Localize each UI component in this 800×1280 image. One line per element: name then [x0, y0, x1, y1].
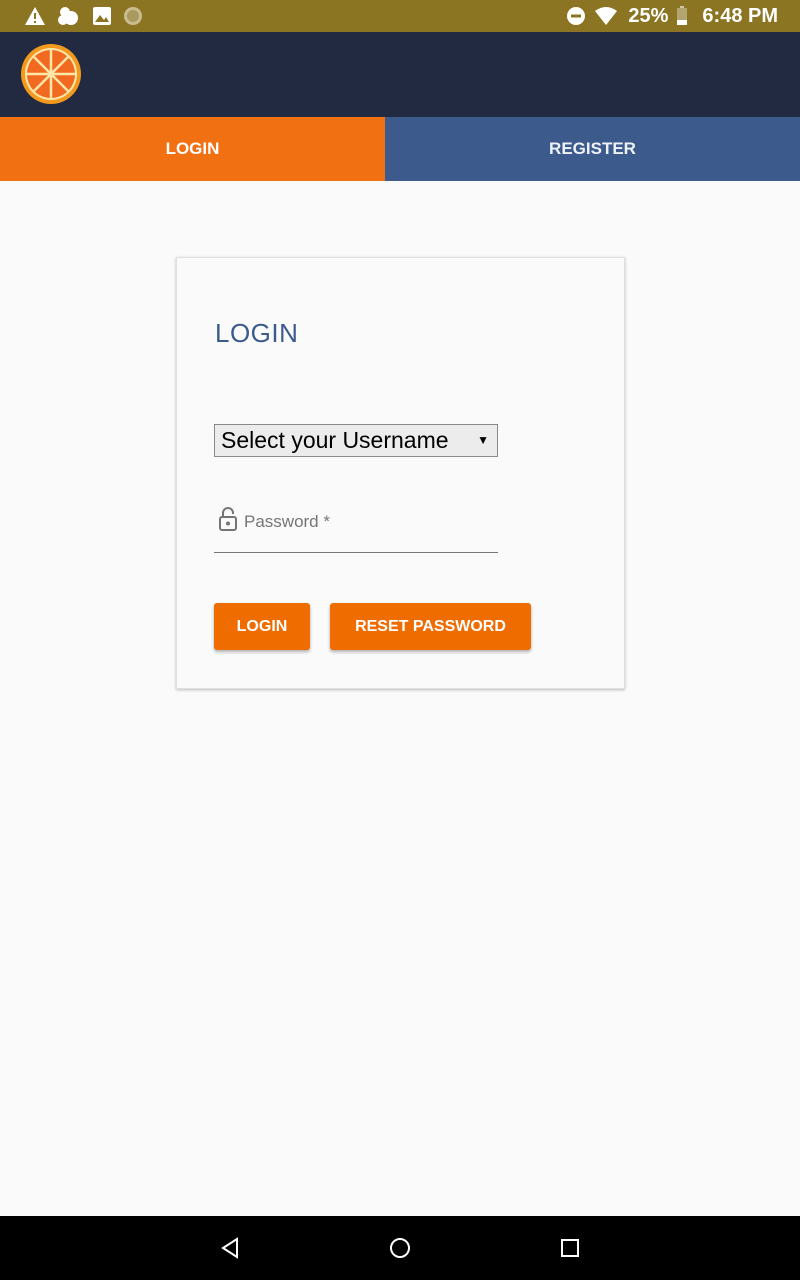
login-button[interactable]: LOGIN	[214, 603, 310, 650]
system-status: 25% 6:48 PM	[566, 0, 778, 32]
auth-tabs: LOGIN REGISTER	[0, 117, 800, 181]
circle-icon	[124, 7, 142, 25]
back-icon[interactable]	[220, 1236, 240, 1260]
orange-slice-logo[interactable]	[20, 43, 82, 105]
wifi-icon	[595, 7, 618, 25]
warning-icon	[25, 7, 45, 25]
app-bar	[0, 32, 800, 117]
reset-password-button[interactable]: RESET PASSWORD	[330, 603, 531, 650]
battery-icon	[677, 6, 688, 25]
password-placeholder: Password *	[244, 512, 330, 531]
tab-register[interactable]: REGISTER	[385, 117, 800, 181]
status-bar: 25% 6:48 PM	[0, 0, 800, 32]
login-title: LOGIN	[215, 318, 299, 348]
tab-login[interactable]: LOGIN	[0, 117, 385, 181]
username-select-value: Select your Username	[221, 427, 449, 453]
navigation-bar	[0, 1216, 800, 1280]
recents-icon[interactable]	[560, 1236, 580, 1260]
home-icon[interactable]	[389, 1236, 411, 1260]
battery-percent: 25%	[628, 4, 669, 27]
image-icon	[93, 7, 111, 25]
username-select[interactable]: Select your Username ▼	[214, 424, 498, 457]
clock: 6:48 PM	[702, 4, 778, 27]
do-not-disturb-icon	[567, 7, 586, 25]
weather-icon	[58, 7, 78, 25]
lock-icon	[219, 507, 237, 531]
password-field[interactable]: Password *	[214, 506, 498, 553]
login-card: LOGIN Select your Username ▼ Password * …	[176, 257, 625, 689]
dropdown-arrow-icon: ▼	[477, 433, 489, 447]
notification-icons	[24, 5, 143, 27]
